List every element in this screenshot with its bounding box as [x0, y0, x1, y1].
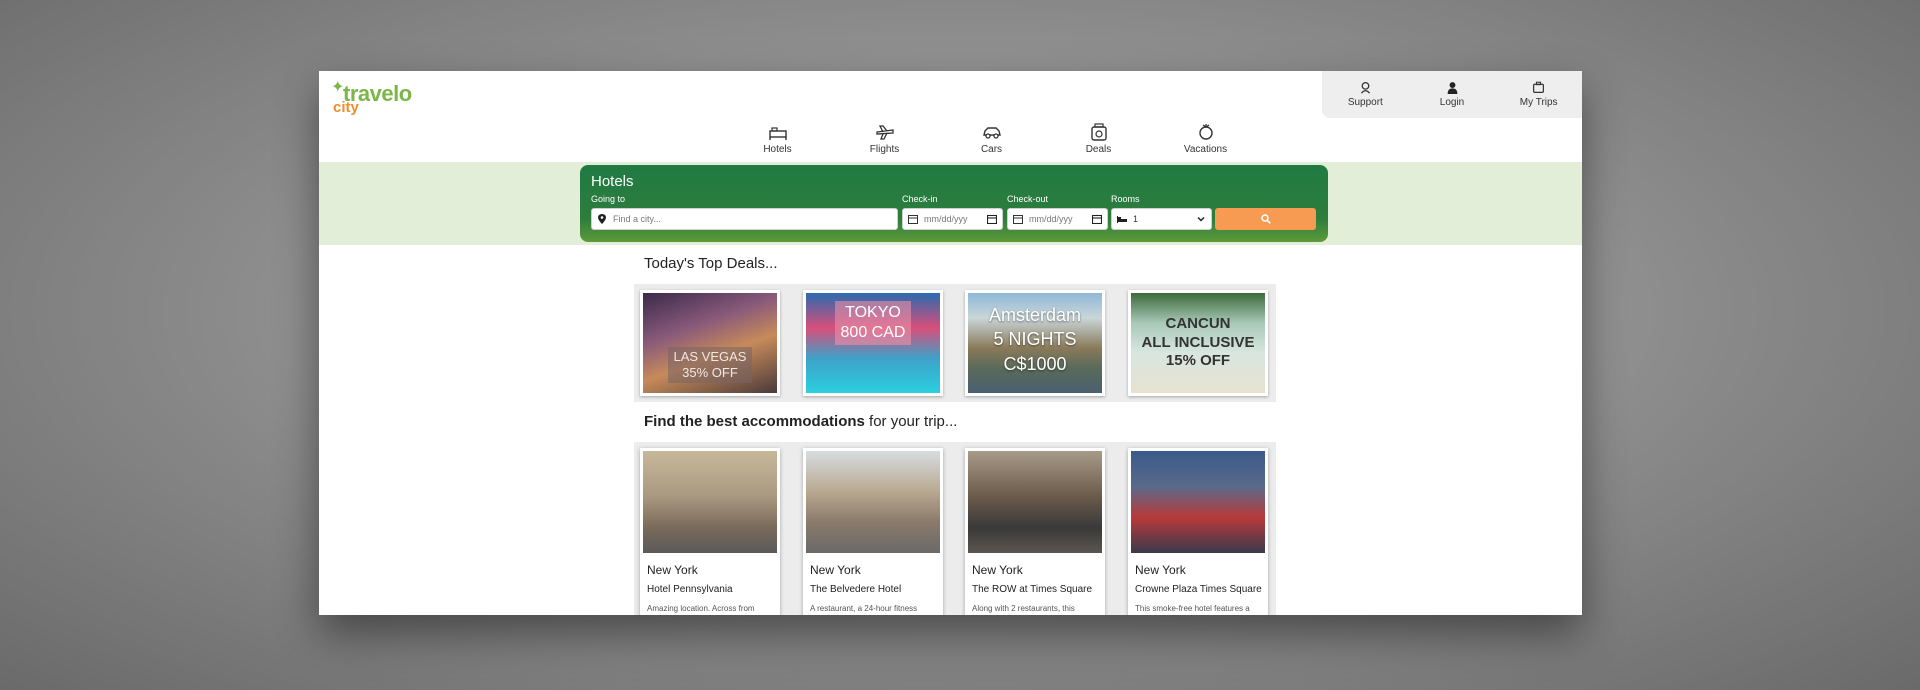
deal-card[interactable]: CANCUN ALL INCLUSIVE 15% OFF [1128, 290, 1268, 396]
nav-hotels[interactable]: Hotels [724, 123, 831, 155]
browser-page: ✦ travelo city Support Login My Trips Ho… [319, 71, 1582, 615]
deals-strip: LAS VEGAS 35% OFF TOKYO 800 CAD Amsterda… [634, 284, 1276, 402]
search-icon [1260, 214, 1271, 224]
calendar-icon [1013, 215, 1023, 224]
hotel-description: Along with 2 restaurants, this [972, 604, 1075, 613]
hotel-description: Amazing location. Across from [647, 604, 755, 613]
checkout-value: mm/dd/yyy [1029, 214, 1073, 224]
hotel-description: This smoke-free hotel features a [1135, 604, 1250, 613]
date-picker-icon[interactable] [1092, 214, 1102, 224]
nav-hotels-label: Hotels [763, 144, 792, 155]
deal-line-2: 5 NIGHTS [993, 329, 1077, 350]
checkout-input[interactable]: mm/dd/yyy [1007, 208, 1108, 230]
hotels-strip: New York Hotel Pennsylvania Amazing loca… [634, 442, 1276, 615]
hotel-city: New York [810, 563, 861, 577]
car-icon [982, 127, 1001, 139]
hotel-city: New York [1135, 563, 1186, 577]
nav-deals-label: Deals [1085, 144, 1112, 155]
deal-line-1: TOKYO [845, 304, 901, 321]
nav-cars[interactable]: Cars [938, 123, 1045, 155]
calendar-icon [908, 215, 918, 224]
login-link[interactable]: Login [1409, 71, 1496, 118]
deal-line-1: LAS VEGAS [673, 348, 747, 364]
plane-icon [875, 125, 894, 140]
checkin-label: Check-in [902, 194, 938, 204]
nav-vacations-label: Vacations [1183, 144, 1228, 155]
support-label: Support [1347, 97, 1383, 108]
deal-line-2: ALL INCLUSIVE [1141, 333, 1255, 351]
rooms-value: 1 [1133, 214, 1139, 224]
hotel-name: Crowne Plaza Times Square [1135, 584, 1262, 595]
accommodations-heading: Find the best accommodations for your tr… [644, 413, 957, 430]
search-title: Hotels [591, 173, 634, 190]
deal-line-1: Amsterdam [988, 305, 1082, 325]
hotel-photo [968, 451, 1102, 553]
hotel-card[interactable]: New York Hotel Pennsylvania Amazing loca… [640, 448, 780, 615]
deals-heading: Today's Top Deals... [644, 255, 778, 272]
going-to-input[interactable]: Find a city... [591, 208, 898, 230]
hotel-name: Hotel Pennsylvania [647, 584, 733, 595]
logo-text-city: city [333, 99, 359, 116]
bed-icon [1117, 216, 1127, 223]
deal-card[interactable]: Amsterdam 5 NIGHTS C$1000 [965, 290, 1105, 396]
deal-line-2: 35% OFF [682, 364, 738, 380]
deal-line-1: CANCUN [1165, 314, 1231, 332]
deals-icon [1090, 123, 1107, 141]
going-to-placeholder: Find a city... [613, 214, 661, 224]
support-link[interactable]: Support [1322, 71, 1409, 118]
accommodations-heading-bold: Find the best accommodations [644, 413, 865, 430]
login-label: Login [1439, 97, 1465, 108]
checkout-label: Check-out [1007, 194, 1049, 204]
nav-cars-label: Cars [980, 144, 1003, 155]
accommodations-heading-rest: for your trip... [864, 413, 958, 430]
rooms-select[interactable]: 1 [1111, 208, 1212, 230]
nav-vacations[interactable]: Vacations [1152, 123, 1259, 155]
hotel-search-form: Hotels Going to Find a city... Check-in … [580, 165, 1328, 242]
nav-flights-label: Flights [869, 144, 900, 155]
chevron-down-icon [1197, 216, 1205, 222]
hotel-icon [768, 127, 787, 140]
my-trips-label: My Trips [1519, 97, 1558, 108]
search-button[interactable] [1215, 208, 1316, 230]
hotel-photo [1131, 451, 1265, 553]
location-pin-icon [598, 214, 606, 224]
hotel-city: New York [972, 563, 1023, 577]
deal-line-2: 800 CAD [840, 324, 906, 341]
deal-card[interactable]: LAS VEGAS 35% OFF [640, 290, 780, 396]
hotel-description: A restaurant, a 24-hour fitness [810, 604, 918, 613]
deal-card[interactable]: TOKYO 800 CAD [803, 290, 943, 396]
deal-line-3: 15% OFF [1165, 352, 1231, 370]
account-links: Support Login My Trips [1322, 71, 1582, 118]
date-picker-icon[interactable] [987, 214, 997, 224]
checkin-input[interactable]: mm/dd/yyy [902, 208, 1003, 230]
hotel-name: The Belvedere Hotel [810, 584, 902, 595]
my-trips-link[interactable]: My Trips [1495, 71, 1582, 118]
hotel-name: The ROW at Times Square [972, 584, 1093, 595]
hotel-photo [806, 451, 940, 553]
hotel-city: New York [647, 563, 698, 577]
user-icon [1447, 82, 1457, 94]
hotel-card[interactable]: New York Crowne Plaza Times Square This … [1128, 448, 1268, 615]
vacation-icon [1198, 124, 1213, 140]
support-icon [1360, 81, 1370, 94]
rooms-label: Rooms [1111, 194, 1140, 204]
hotel-photo [643, 451, 777, 553]
hotel-card[interactable]: New York The Belvedere Hotel A restauran… [803, 448, 943, 615]
nav-deals[interactable]: Deals [1045, 123, 1152, 155]
deal-line-3: C$1000 [1003, 353, 1067, 374]
checkin-value: mm/dd/yyy [924, 214, 968, 224]
going-to-label: Going to [591, 194, 626, 204]
nav-flights[interactable]: Flights [831, 123, 938, 155]
hotel-card[interactable]: New York The ROW at Times Square Along w… [965, 448, 1105, 615]
briefcase-icon [1533, 81, 1545, 93]
logo[interactable]: ✦ travelo city [329, 75, 419, 117]
main-nav: Hotels Flights Cars Deals Vacations [724, 123, 1259, 155]
